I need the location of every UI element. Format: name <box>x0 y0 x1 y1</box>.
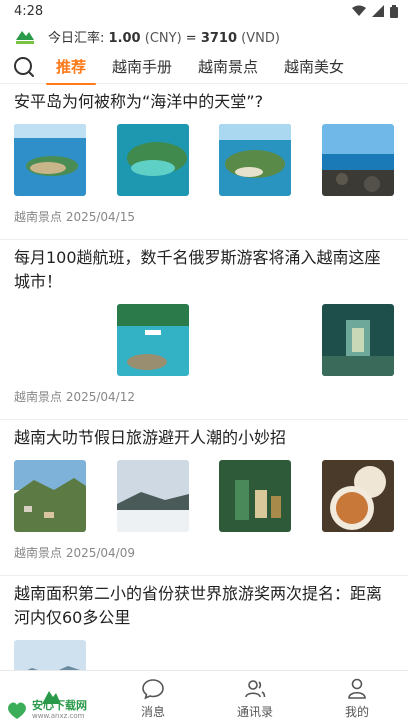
coast-photo[interactable] <box>321 124 394 196</box>
article-thumbnails <box>14 124 394 196</box>
article-item[interactable]: 安平岛为何被称为“海洋中的天堂”? 越南景点 2025/04/15 <box>0 84 408 240</box>
app-logo-icon <box>16 31 34 44</box>
tab-vietnam-beauties[interactable]: 越南美女 <box>284 52 344 82</box>
island-photo[interactable] <box>116 124 189 196</box>
battery-icon <box>390 4 398 18</box>
article-title[interactable]: 越南大叻节假日旅游避开人潮的小妙招 <box>14 420 394 450</box>
article-thumbnails <box>14 460 394 532</box>
wifi-icon <box>352 5 366 16</box>
category-tabs: 推荐 越南手册 越南景点 越南美女 <box>0 50 408 85</box>
nav-profile[interactable]: 我的 <box>306 671 408 725</box>
rate-vnd-value: 3710 <box>200 30 238 46</box>
status-bar: 4:28 <box>0 0 408 22</box>
nav-profile-label: 我的 <box>344 704 369 719</box>
nav-messages-label: 消息 <box>140 704 165 719</box>
article-item[interactable]: 越南面积第二小的省份获世界旅游奖两次提名：距离河内仅60多公里 <box>0 576 408 670</box>
tab-vietnam-handbook[interactable]: 越南手册 <box>112 52 172 82</box>
tab-recommend[interactable]: 推荐 <box>45 52 97 85</box>
status-time: 4:28 <box>14 3 44 19</box>
article-thumbnails <box>14 640 394 670</box>
watermark-url: www.anxz.com <box>32 712 85 720</box>
article-meta: 越南景点 2025/04/12 <box>14 390 135 404</box>
watermark-text: 安心下载网 <box>32 699 87 712</box>
island-photo[interactable] <box>219 124 292 196</box>
nav-messages[interactable]: 消息 <box>102 671 204 725</box>
rate-cny-unit: (CNY) <box>144 30 182 46</box>
nav-contacts[interactable]: 通讯录 <box>204 671 306 725</box>
article-meta: 越南景点 2025/04/15 <box>14 210 135 224</box>
rate-label: 今日汇率: <box>48 30 105 46</box>
article-title[interactable]: 越南面积第二小的省份获世界旅游奖两次提名：距离河内仅60多公里 <box>14 576 394 630</box>
tab-vietnam-sights[interactable]: 越南景点 <box>198 52 258 82</box>
cloud-mountain-photo[interactable] <box>116 460 189 532</box>
article-feed[interactable]: 安平岛为何被称为“海洋中的天堂”? 越南景点 2025/04/15 每月100趟… <box>0 84 408 670</box>
article-item[interactable]: 每月100趟航班，数千名俄罗斯游客将涌入越南这座城市！ 越南景点 2025/04… <box>0 240 408 420</box>
speedboat-photo[interactable] <box>116 304 189 376</box>
signal-icon <box>372 5 384 17</box>
article-thumbnails <box>14 304 394 376</box>
rate-cny-value: 1.00 <box>108 30 141 46</box>
watermark-logo-icon <box>8 702 26 719</box>
noodle-soup-photo[interactable] <box>321 460 394 532</box>
corridor-photo[interactable] <box>321 304 394 376</box>
rate-vnd-unit: (VND) <box>241 30 280 46</box>
message-icon <box>142 678 164 699</box>
article-item[interactable]: 越南大叻节假日旅游避开人潮的小妙招 越南景点 2025/04/09 <box>0 420 408 576</box>
search-icon[interactable] <box>12 55 36 79</box>
lake-photo[interactable] <box>14 640 86 670</box>
drinks-photo[interactable] <box>219 460 292 532</box>
profile-icon <box>348 678 366 699</box>
nav-contacts-label: 通讯录 <box>236 704 273 719</box>
rate-equals: = <box>185 30 197 46</box>
watermark: 安心下载网 www.anxz.com <box>4 699 87 721</box>
article-title[interactable]: 每月100趟航班，数千名俄罗斯游客将涌入越南这座城市！ <box>14 240 394 294</box>
island-photo[interactable] <box>14 124 86 196</box>
exchange-rate-bar: 今日汇率: 1.00 (CNY) = 3710 (VND) <box>0 22 408 50</box>
exchange-rate-text: 今日汇率: 1.00 (CNY) = 3710 (VND) <box>48 27 280 46</box>
article-meta: 越南景点 2025/04/09 <box>14 546 135 560</box>
contacts-icon <box>245 679 266 697</box>
mountain-village-photo[interactable] <box>14 460 86 532</box>
article-title[interactable]: 安平岛为何被称为“海洋中的天堂”? <box>14 84 394 114</box>
